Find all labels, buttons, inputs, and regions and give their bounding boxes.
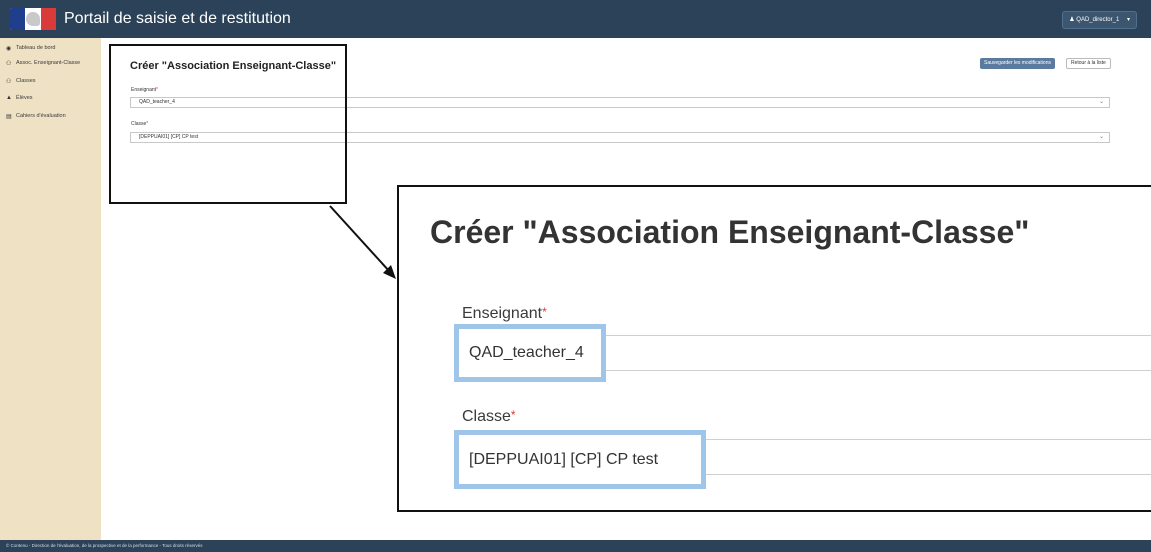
required-marker: * xyxy=(542,305,547,319)
zoom-teacher-value: QAD_teacher_4 xyxy=(469,344,584,361)
footer: © Contenu - Direction de l'évaluation, d… xyxy=(0,540,1151,552)
zoom-teacher-highlight[interactable]: QAD_teacher_4 xyxy=(454,324,606,382)
zoom-teacher-label: Enseignant* xyxy=(462,305,547,322)
zoom-classe-label: Classe* xyxy=(462,408,516,425)
zoom-panel: Créer "Association Enseignant-Classe" En… xyxy=(397,185,1151,512)
zoom-page-title: Créer "Association Enseignant-Classe" xyxy=(430,214,1030,250)
zoom-classe-highlight[interactable]: [DEPPUAI01] [CP] CP test xyxy=(454,430,706,489)
zoom-classe-value: [DEPPUAI01] [CP] CP test xyxy=(469,451,659,468)
required-marker: * xyxy=(510,408,516,422)
footer-copyright: © Contenu - Direction de l'évaluation, d… xyxy=(6,543,203,548)
